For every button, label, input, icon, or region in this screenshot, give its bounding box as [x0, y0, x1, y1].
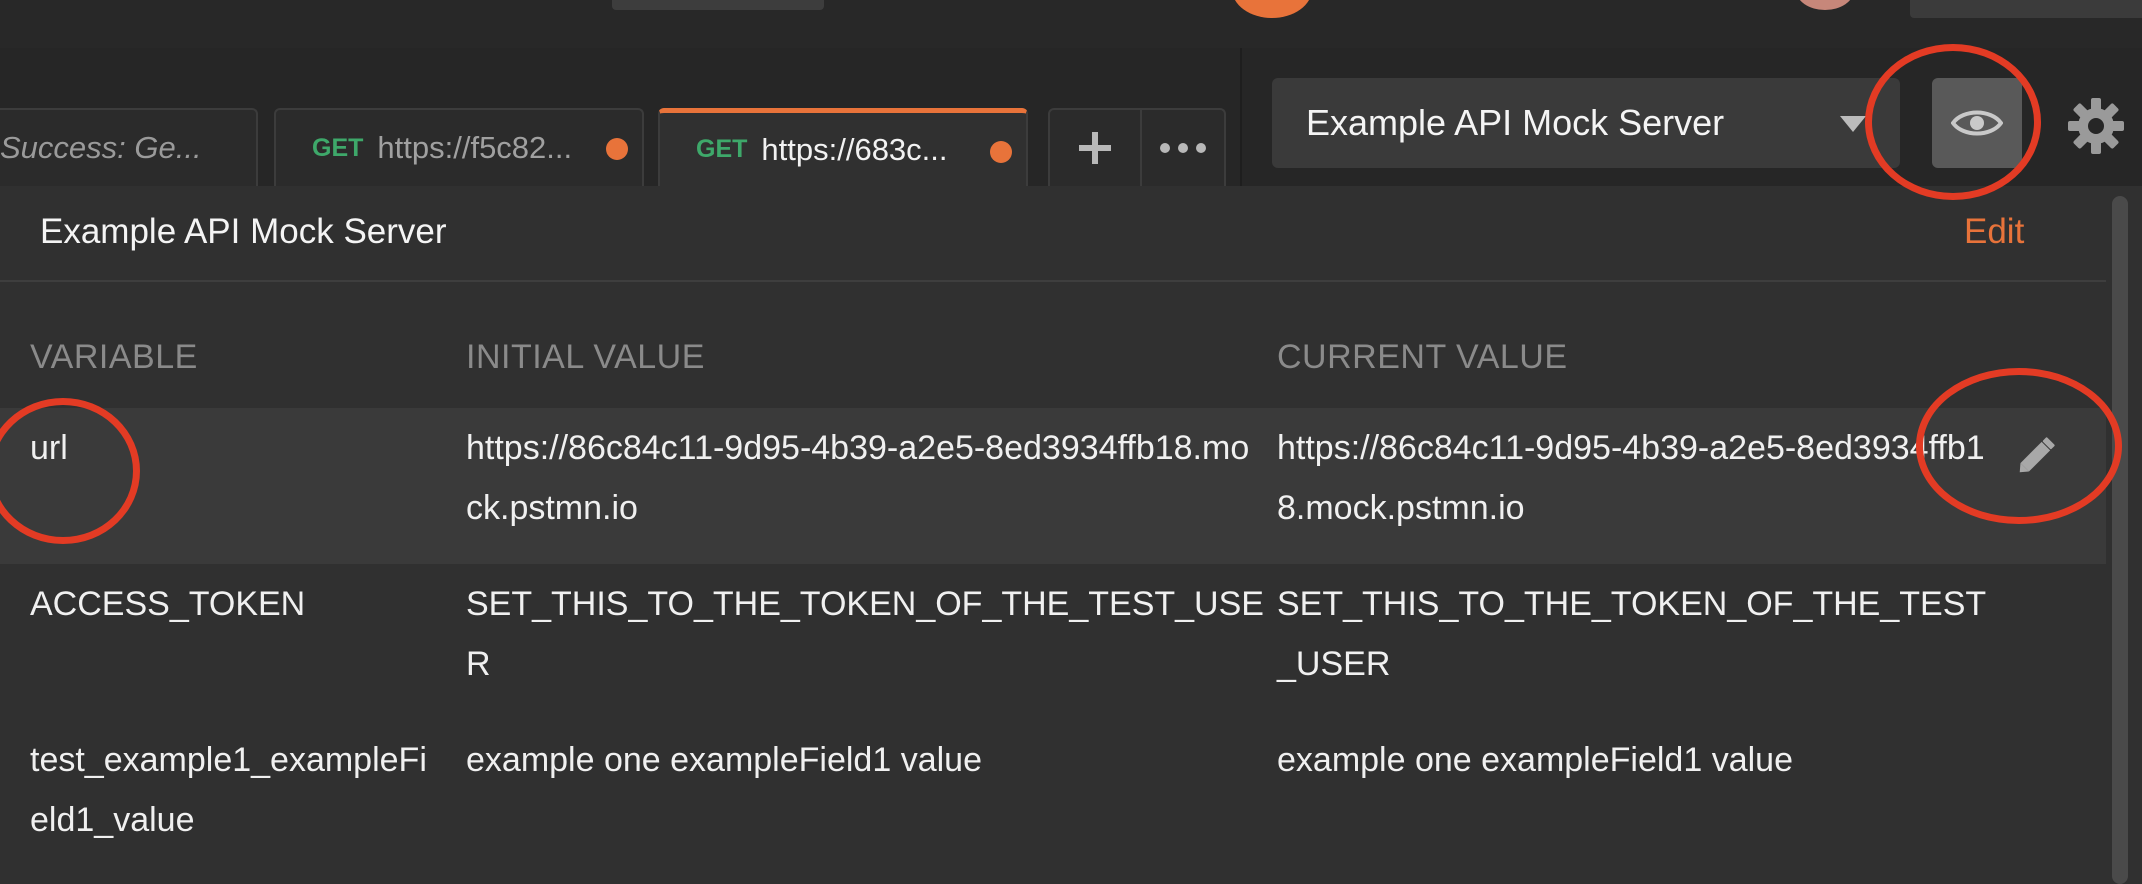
current-value[interactable]: SET_THIS_TO_THE_TOKEN_OF_THE_TEST_USER [1277, 574, 2002, 694]
variable-name: ACCESS_TOKEN [30, 585, 306, 623]
eye-icon [1951, 110, 2003, 136]
environment-select[interactable]: Example API Mock Server [1272, 78, 1900, 168]
top-app-bar [0, 0, 2142, 49]
method-badge: GET [312, 133, 364, 162]
edit-link[interactable]: Edit [1964, 212, 2024, 252]
table-row[interactable]: url https://86c84c11-9d95-4b39-a2e5-8ed3… [0, 408, 2106, 564]
variable-name: url [30, 429, 68, 467]
unsaved-indicator [990, 141, 1012, 163]
current-value[interactable]: https://86c84c11-9d95-4b39-a2e5-8ed3934f… [1277, 418, 2002, 538]
tab-title: Success: Ge... [0, 130, 202, 165]
request-tab[interactable]: GET https://f5c82... [274, 108, 644, 186]
chevron-down-icon [1840, 116, 1866, 132]
panel-title: Example API Mock Server [40, 212, 447, 251]
initial-value: example one exampleField1 value [466, 741, 982, 779]
initial-value: https://86c84c11-9d95-4b39-a2e5-8ed3934f… [466, 429, 1250, 527]
method-badge: GET [696, 135, 748, 163]
avatar[interactable] [1796, 0, 1854, 10]
current-value[interactable]: example one exampleField1 value [1277, 730, 2002, 790]
environment-quick-look-button[interactable] [1932, 78, 2022, 168]
pencil-icon[interactable] [2012, 432, 2060, 480]
scrollbar[interactable] [2112, 196, 2128, 884]
tab-url: https://683c... [761, 131, 948, 167]
column-header-initial-value: INITIAL VALUE [466, 338, 705, 376]
divider [0, 280, 2106, 282]
request-tab-strip: Success: Ge... GET https://f5c82... GET … [0, 48, 1240, 186]
ellipsis-icon [1160, 143, 1206, 153]
unsaved-indicator [606, 138, 628, 160]
tab-url: https://f5c82... [377, 130, 573, 165]
column-header-current-value: CURRENT VALUE [1277, 338, 1568, 376]
new-tab-button[interactable] [1048, 108, 1142, 186]
gear-icon[interactable] [2066, 96, 2126, 156]
initial-value: SET_THIS_TO_THE_TOKEN_OF_THE_TEST_USER [466, 585, 1264, 683]
table-row[interactable]: test_example1_exampleField1_value exampl… [0, 720, 2106, 876]
sync-status-indicator[interactable] [1232, 0, 1312, 18]
request-tab-active[interactable]: GET https://683c... [658, 108, 1028, 186]
column-header-variable: VARIABLE [30, 338, 198, 376]
plus-icon [1079, 132, 1111, 164]
environment-quick-look-panel: Example API Mock Server Edit VARIABLE IN… [0, 186, 2142, 884]
request-tab[interactable]: Success: Ge... [0, 108, 258, 186]
top-bar-right-control[interactable] [1910, 0, 2142, 18]
environment-select-value: Example API Mock Server [1306, 102, 1725, 143]
table-row[interactable]: ACCESS_TOKEN SET_THIS_TO_THE_TOKEN_OF_TH… [0, 564, 2106, 720]
more-tabs-button[interactable] [1140, 108, 1226, 186]
top-bar-control[interactable] [612, 0, 824, 10]
variable-name: test_example1_exampleField1_value [30, 741, 427, 839]
